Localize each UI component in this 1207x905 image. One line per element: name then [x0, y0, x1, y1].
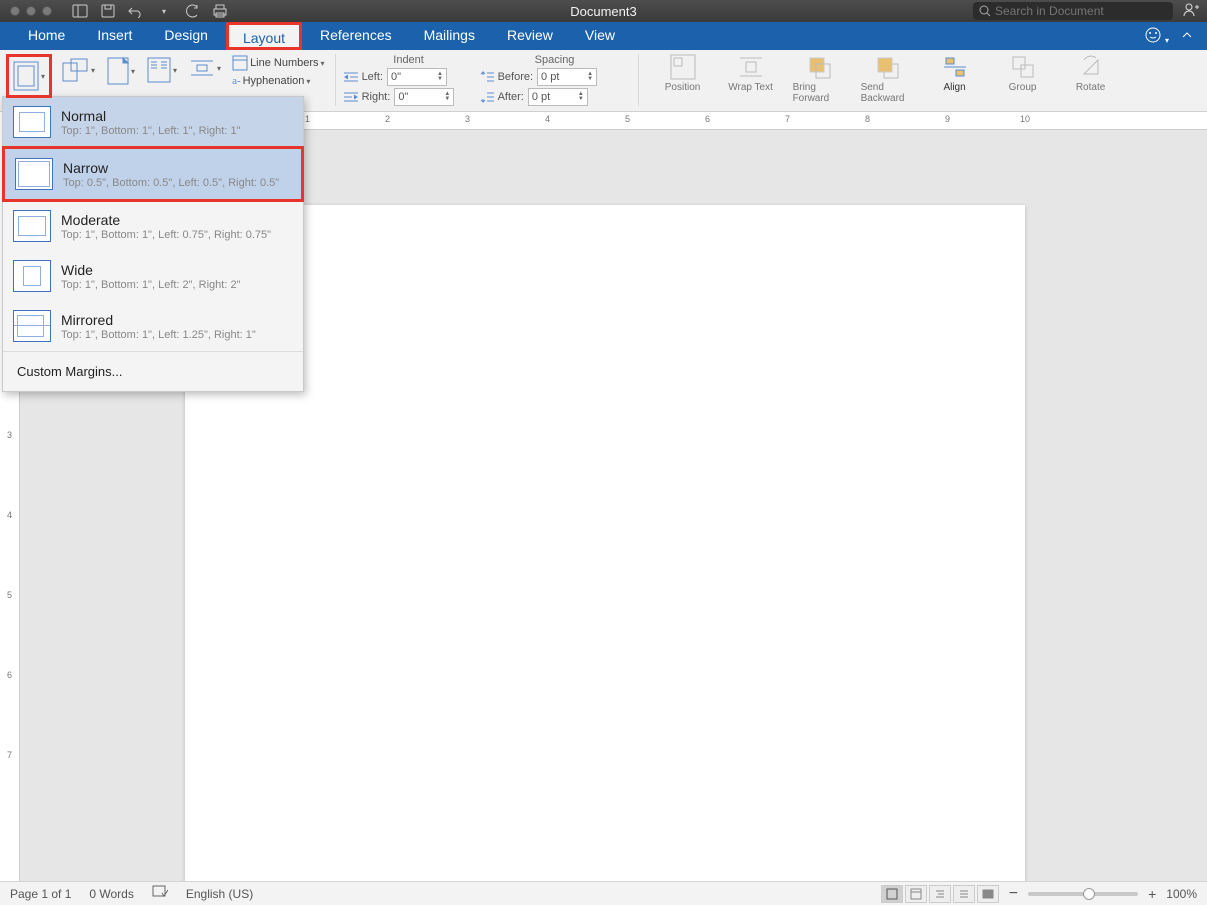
spacing-after-icon [480, 91, 494, 103]
bring-forward-button[interactable]: Bring Forward [793, 54, 845, 104]
view-focus[interactable] [977, 885, 999, 903]
spacing-after-input[interactable]: 0 pt▲▼ [528, 88, 588, 106]
tab-home[interactable]: Home [14, 22, 79, 50]
panel-icon[interactable] [72, 4, 88, 18]
indent-left-icon [344, 71, 358, 83]
status-page[interactable]: Page 1 of 1 [10, 887, 71, 901]
view-outline[interactable] [929, 885, 951, 903]
tab-review[interactable]: Review [493, 22, 567, 50]
tab-references[interactable]: References [306, 22, 406, 50]
margins-wide-icon [13, 260, 51, 292]
line-numbers-label: Line Numbers [250, 57, 318, 69]
indent-left-label: Left: [362, 71, 383, 83]
spacing-before-label: Before: [498, 71, 533, 83]
undo-dropdown-icon[interactable]: ▾ [156, 4, 172, 18]
status-language[interactable]: English (US) [186, 887, 253, 901]
search-box[interactable] [973, 2, 1173, 20]
spacing-header: Spacing [480, 54, 630, 66]
align-button[interactable]: Align [929, 54, 981, 104]
feedback-icon[interactable]: ▾ [1145, 27, 1169, 46]
spellcheck-icon[interactable] [152, 885, 168, 902]
document-page[interactable] [185, 205, 1025, 881]
margins-option-narrow[interactable]: NarrowTop: 0.5", Bottom: 0.5", Left: 0.5… [2, 146, 304, 202]
margins-option-normal[interactable]: NormalTop: 1", Bottom: 1", Left: 1", Rig… [3, 97, 303, 147]
close-window[interactable] [10, 6, 20, 16]
search-icon [979, 5, 991, 17]
undo-icon[interactable] [128, 4, 144, 18]
margins-option-moderate[interactable]: ModerateTop: 1", Bottom: 1", Left: 0.75"… [3, 201, 303, 251]
columns-button[interactable]: ▾ [144, 54, 180, 86]
spacing-before-input[interactable]: 0 pt▲▼ [537, 68, 597, 86]
ribbon-tabs: Home Insert Design Layout References Mai… [0, 22, 1207, 50]
hyphenation-label: Hyphenation [243, 75, 305, 87]
orientation-button[interactable]: ▾ [58, 54, 98, 86]
indent-right-input[interactable]: 0"▲▼ [394, 88, 454, 106]
margins-option-mirrored[interactable]: MirroredTop: 1", Bottom: 1", Left: 1.25"… [3, 301, 303, 351]
status-bar: Page 1 of 1 0 Words English (US) − + 100… [0, 881, 1207, 905]
redo-icon[interactable] [184, 4, 200, 18]
view-buttons [881, 885, 999, 903]
spacing-after-label: After: [498, 91, 524, 103]
margins-dropdown: NormalTop: 1", Bottom: 1", Left: 1", Rig… [2, 96, 304, 392]
hyphenation-button[interactable]: a- Hyphenation▾ [230, 74, 327, 88]
group-button[interactable]: Group [997, 54, 1049, 104]
tab-insert[interactable]: Insert [83, 22, 146, 50]
margins-narrow-icon [15, 158, 53, 190]
window-controls[interactable] [10, 6, 52, 16]
margins-custom[interactable]: Custom Margins... [3, 351, 303, 391]
margins-button[interactable]: ▾ [6, 54, 52, 98]
send-backward-button[interactable]: Send Backward [861, 54, 913, 104]
share-icon[interactable] [1183, 3, 1199, 20]
margins-normal-icon [13, 106, 51, 138]
status-words[interactable]: 0 Words [89, 887, 133, 901]
tab-view[interactable]: View [571, 22, 629, 50]
document-title: Document3 [570, 4, 636, 19]
margins-option-wide[interactable]: WideTop: 1", Bottom: 1", Left: 2", Right… [3, 251, 303, 301]
minimize-window[interactable] [26, 6, 36, 16]
position-button[interactable]: Position [657, 54, 709, 104]
tab-mailings[interactable]: Mailings [410, 22, 489, 50]
indent-header: Indent [344, 54, 474, 66]
margins-moderate-icon [13, 210, 51, 242]
zoom-level[interactable]: 100% [1166, 887, 1197, 901]
zoom-out[interactable]: − [1009, 885, 1018, 903]
breaks-button[interactable]: ▾ [186, 54, 224, 82]
tab-design[interactable]: Design [150, 22, 222, 50]
view-web-layout[interactable] [905, 885, 927, 903]
collapse-ribbon-icon[interactable] [1181, 28, 1193, 44]
indent-right-icon [344, 91, 358, 103]
margins-mirrored-icon [13, 310, 51, 342]
indent-right-label: Right: [362, 91, 391, 103]
spacing-before-icon [480, 71, 494, 83]
titlebar: ▾ Document3 [0, 0, 1207, 22]
zoom-window[interactable] [42, 6, 52, 16]
search-input[interactable] [995, 4, 1165, 18]
tab-layout[interactable]: Layout [226, 22, 302, 50]
size-button[interactable]: ▾ [104, 54, 138, 88]
wrap-text-button[interactable]: Wrap Text [725, 54, 777, 104]
view-draft[interactable] [953, 885, 975, 903]
zoom-in[interactable]: + [1148, 886, 1156, 902]
line-numbers-button[interactable]: Line Numbers▾ [230, 54, 327, 72]
zoom-slider[interactable] [1028, 892, 1138, 896]
indent-left-input[interactable]: 0"▲▼ [387, 68, 447, 86]
save-icon[interactable] [100, 4, 116, 18]
view-print-layout[interactable] [881, 885, 903, 903]
print-icon[interactable] [212, 4, 228, 18]
rotate-button[interactable]: Rotate [1065, 54, 1117, 104]
